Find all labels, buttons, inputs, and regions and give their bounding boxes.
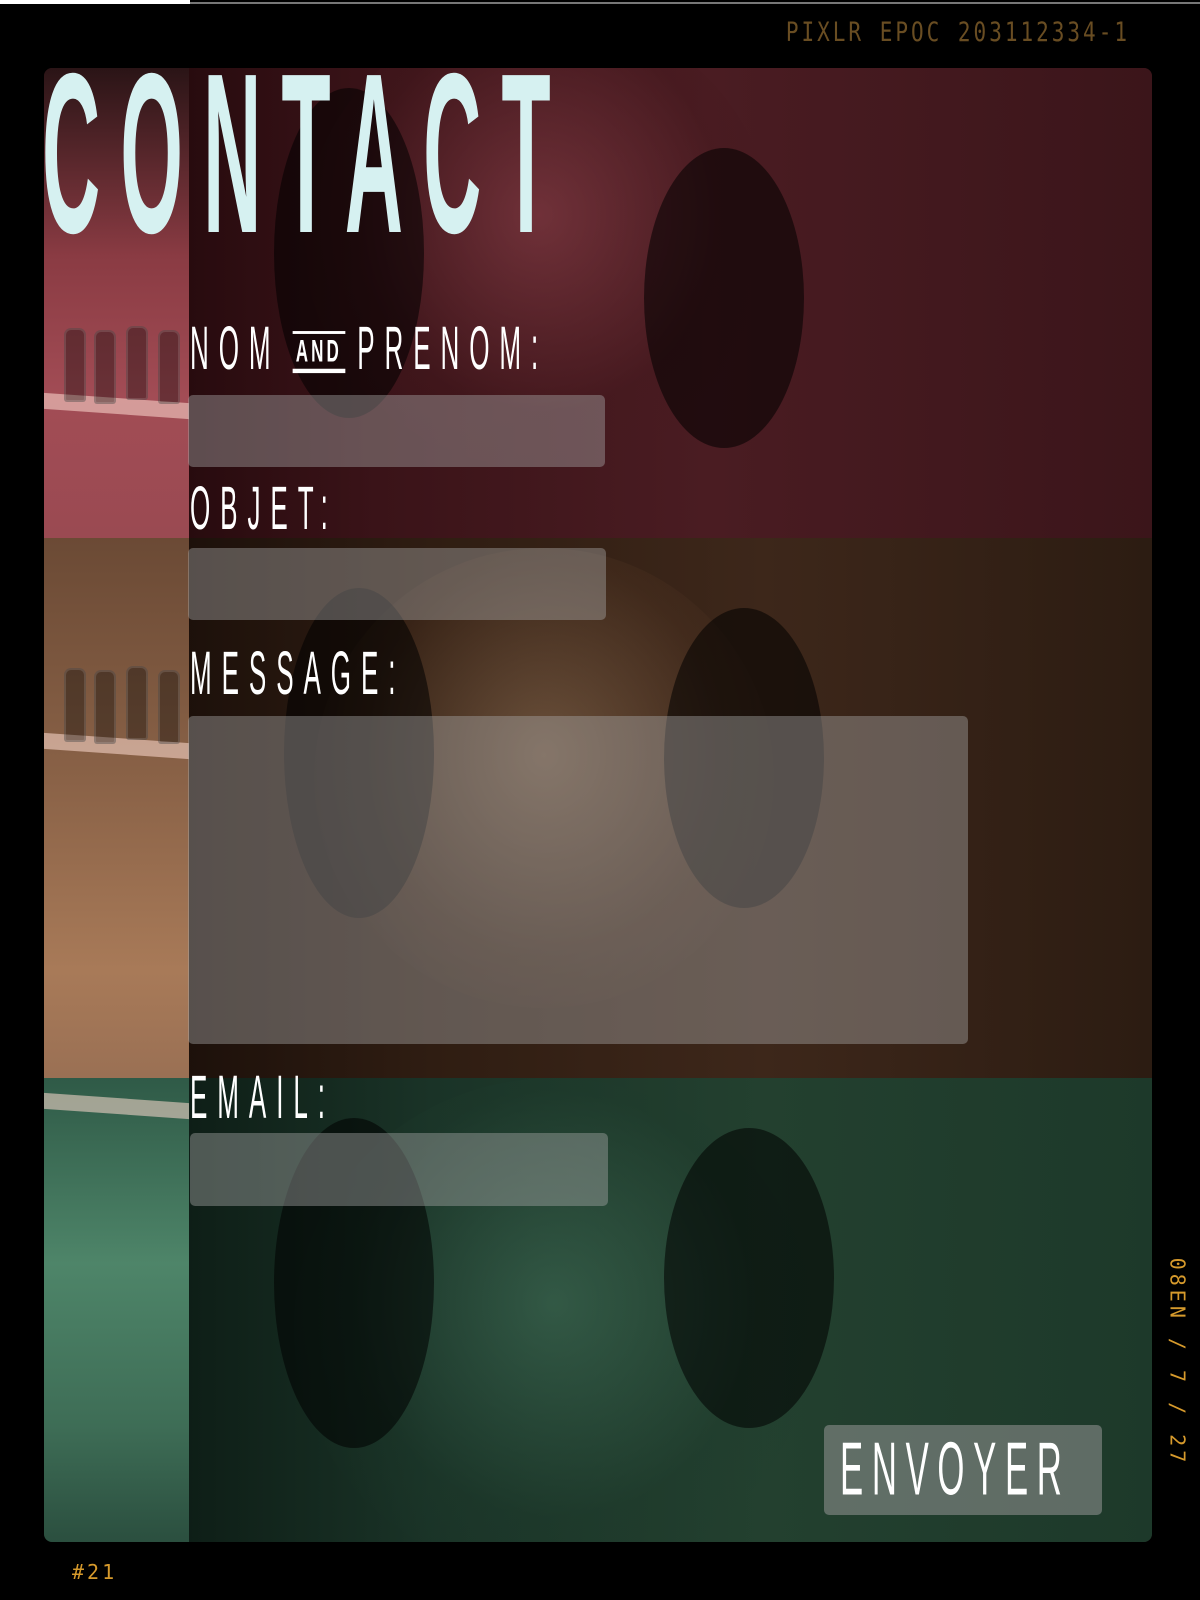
name-input[interactable] bbox=[188, 395, 605, 467]
name-label-first: NOM bbox=[190, 313, 281, 382]
hair-shadow bbox=[664, 1128, 834, 1428]
bottle bbox=[94, 330, 116, 404]
hair-shadow bbox=[644, 148, 804, 448]
page-title: CONTACT bbox=[42, 26, 571, 282]
subject-input[interactable] bbox=[188, 548, 606, 620]
bottle bbox=[126, 326, 148, 400]
shelf-strip-bottom bbox=[44, 1078, 189, 1542]
name-label: NOM AND PRENOM: bbox=[190, 317, 548, 379]
submit-button[interactable]: ENVOYER bbox=[824, 1425, 1102, 1515]
top-white-strip bbox=[0, 0, 190, 4]
bottle bbox=[64, 668, 86, 742]
submit-button-label: ENVOYER bbox=[840, 1425, 1071, 1511]
bottle bbox=[94, 670, 116, 744]
bottle bbox=[64, 328, 86, 402]
subject-label: OBJET: bbox=[190, 473, 338, 542]
email-input[interactable] bbox=[190, 1133, 608, 1206]
frame-number: #21 bbox=[72, 1560, 118, 1584]
top-frame-line bbox=[190, 2, 1200, 4]
name-label-second: PRENOM: bbox=[357, 313, 549, 382]
email-label: EMAIL: bbox=[190, 1062, 335, 1131]
frame-side-code: 08EN / 7 / 27 bbox=[1165, 1257, 1190, 1467]
bottle bbox=[158, 330, 180, 404]
message-textarea[interactable] bbox=[188, 716, 968, 1044]
bottle bbox=[158, 670, 180, 744]
shelf-strip-middle bbox=[44, 538, 189, 1078]
bottle bbox=[126, 666, 148, 740]
message-label: MESSAGE: bbox=[190, 638, 406, 707]
name-label-and: AND bbox=[292, 331, 346, 374]
frame-code: PIXLR EPOC 203112334-1 bbox=[785, 17, 1130, 47]
